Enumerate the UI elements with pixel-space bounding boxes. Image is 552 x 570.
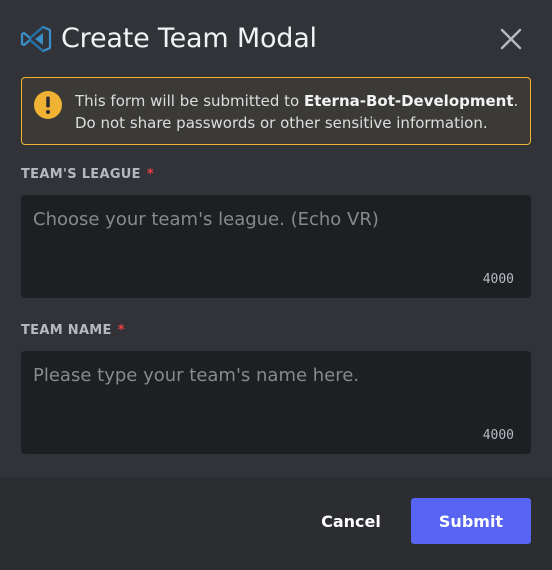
required-asterisk: * [146,167,154,182]
league-input-placeholder: Choose your team's league. (Echo VR) [33,209,379,230]
warning-icon [34,91,62,119]
vscode-logo-icon [20,25,52,53]
notice-app-name: Eterna-Bot-Development [303,92,514,110]
required-asterisk: * [117,323,125,338]
league-char-counter: 4000 [482,272,514,287]
team-name-field-label: TEAM NAME * [21,323,125,338]
close-icon[interactable] [496,24,526,54]
modal-header: Create Team Modal [0,0,552,78]
notice-line2: Do not share passwords or other sensitiv… [75,114,488,132]
league-label-text: TEAM'S LEAGUE [21,167,141,182]
league-input[interactable]: Choose your team's league. (Echo VR) 400… [21,195,531,298]
create-team-modal: Create Team Modal This form will be subm… [0,0,552,570]
team-name-input[interactable]: Please type your team's name here. 4000 [21,351,531,454]
league-field-label: TEAM'S LEAGUE * [21,167,154,182]
team-name-label-text: TEAM NAME [21,323,112,338]
team-name-char-counter: 4000 [482,428,514,443]
warning-notice: This form will be submitted to Eterna-Bo… [21,77,531,145]
modal-title: Create Team Modal [61,23,317,54]
modal-footer: Cancel Submit [0,477,552,570]
cancel-button[interactable]: Cancel [307,498,395,544]
notice-text: This form will be submitted to Eterna-Bo… [75,90,525,134]
notice-suffix: . [513,92,519,110]
submit-button[interactable]: Submit [411,498,531,544]
team-name-input-placeholder: Please type your team's name here. [33,365,360,386]
notice-prefix: This form will be submitted to [75,92,304,110]
